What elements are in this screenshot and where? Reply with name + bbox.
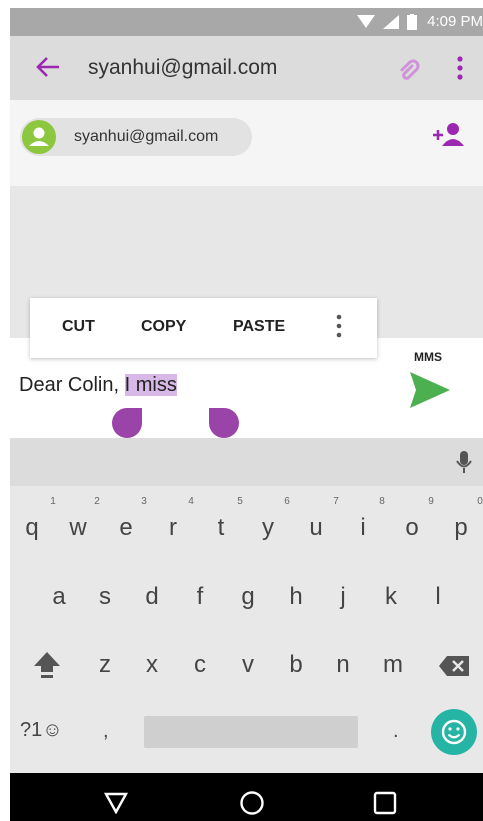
signal-icon (383, 15, 399, 29)
key-v[interactable]: v (228, 651, 268, 679)
navigation-bar (10, 773, 483, 821)
key-s[interactable]: s (85, 583, 125, 611)
key-l[interactable]: l (418, 583, 458, 611)
back-arrow-icon[interactable] (36, 56, 60, 78)
menu-overflow-icon[interactable] (336, 314, 342, 338)
smiley-icon (441, 719, 467, 745)
recipient-area: syanhui@gmail.com (10, 100, 483, 186)
attachment-icon[interactable] (394, 54, 424, 84)
emoji-button[interactable] (431, 709, 477, 755)
key-u[interactable]: u (296, 514, 336, 542)
conversation-title: syanhui@gmail.com (88, 56, 278, 79)
app-bar: syanhui@gmail.com (10, 36, 483, 100)
key-hint: 3 (141, 496, 147, 507)
suggestion-strip (10, 438, 483, 486)
key-hint: 5 (237, 496, 243, 507)
key-hint: 6 (284, 496, 290, 507)
key-p[interactable]: p (441, 514, 481, 542)
recipient-chip-label: syanhui@gmail.com (74, 128, 219, 145)
selection-start-handle[interactable] (112, 408, 142, 438)
key-hint: 1 (50, 496, 56, 507)
battery-icon (407, 14, 417, 30)
paste-menu-item[interactable]: PASTE (233, 318, 285, 336)
key-e[interactable]: e (106, 514, 146, 542)
shift-icon[interactable] (32, 649, 62, 679)
key-h[interactable]: h (276, 583, 316, 611)
key-k[interactable]: k (371, 583, 411, 611)
period-key[interactable]: . (393, 720, 399, 743)
key-hint: 4 (188, 496, 194, 507)
message-input[interactable]: Dear Colin, I miss (19, 374, 177, 397)
microphone-icon[interactable] (456, 450, 472, 474)
key-hint: 0 (477, 496, 483, 507)
phone-screen: 4:09 PM syanhui@gmail.com syanhui@gmail.… (10, 8, 483, 821)
key-a[interactable]: a (39, 583, 79, 611)
key-r[interactable]: r (153, 514, 193, 542)
status-bar: 4:09 PM (10, 8, 483, 36)
key-hint: 8 (379, 496, 385, 507)
wifi-icon (357, 15, 375, 28)
back-nav-icon[interactable] (104, 792, 128, 814)
cut-menu-item[interactable]: CUT (62, 318, 95, 336)
text-selection-menu: CUT COPY PASTE (30, 298, 377, 358)
selection-end-handle[interactable] (209, 408, 239, 438)
key-hint: 2 (94, 496, 100, 507)
keyboard: 1 2 3 4 5 6 7 8 9 0 q w e r t y u i o p … (10, 438, 483, 773)
send-icon[interactable] (408, 370, 452, 410)
copy-menu-item[interactable]: COPY (141, 318, 186, 336)
recipient-chip[interactable]: syanhui@gmail.com (20, 118, 252, 156)
key-n[interactable]: n (323, 651, 363, 679)
key-o[interactable]: o (392, 514, 432, 542)
more-options-icon[interactable] (457, 56, 463, 80)
add-person-icon[interactable] (430, 120, 466, 148)
mms-label: MMS (414, 350, 442, 364)
key-hint: 7 (333, 496, 339, 507)
symbols-key[interactable]: ?1☺ (20, 719, 63, 742)
key-m[interactable]: m (373, 651, 413, 679)
status-time: 4:09 PM (427, 13, 483, 30)
backspace-icon[interactable] (438, 655, 470, 677)
space-bar[interactable] (144, 716, 358, 748)
home-nav-icon[interactable] (239, 790, 265, 816)
recents-nav-icon[interactable] (373, 791, 397, 815)
key-g[interactable]: g (228, 583, 268, 611)
key-j[interactable]: j (323, 583, 363, 611)
key-z[interactable]: z (85, 651, 125, 679)
key-q[interactable]: q (12, 514, 52, 542)
key-d[interactable]: d (132, 583, 172, 611)
key-f[interactable]: f (180, 583, 220, 611)
key-y[interactable]: y (248, 514, 288, 542)
avatar (22, 120, 56, 154)
selected-text[interactable]: I miss (124, 374, 177, 396)
key-x[interactable]: x (132, 651, 172, 679)
message-text: Dear Colin, (19, 374, 125, 396)
comma-key[interactable]: , (103, 720, 109, 743)
key-hint: 9 (428, 496, 434, 507)
key-c[interactable]: c (180, 651, 220, 679)
key-t[interactable]: t (201, 514, 241, 542)
person-icon (29, 127, 49, 146)
key-i[interactable]: i (343, 514, 383, 542)
key-w[interactable]: w (58, 514, 98, 542)
key-b[interactable]: b (276, 651, 316, 679)
